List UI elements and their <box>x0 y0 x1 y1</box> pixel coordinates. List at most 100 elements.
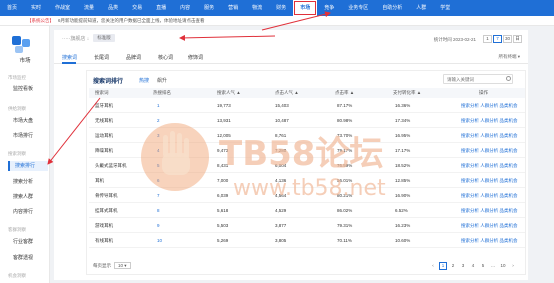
cell-ops[interactable]: 搜索分析 人群分析 品类机会 <box>461 148 518 154</box>
tab-search-word[interactable]: 搜索词 <box>62 54 77 61</box>
top-nav: 首页 实时 作战室 流量 品类 交易 直播 内容 服务 营销 物流 财务 市场 … <box>0 0 554 16</box>
period-7d[interactable]: 7 <box>493 35 502 43</box>
sidebar-item-crowd-perspective[interactable]: 客群透视 <box>8 253 48 263</box>
sidebar-title: 市场 <box>19 58 31 64</box>
page-button[interactable]: 5 <box>479 262 487 270</box>
page-button[interactable]: 2 <box>449 262 457 270</box>
cell-ops[interactable]: 搜索分析 人群分析 品类机会 <box>461 193 518 199</box>
cell-rank: 10 <box>157 238 163 243</box>
page-button[interactable]: 3 <box>459 262 467 270</box>
notice-text[interactable]: 6月新功能提前知道，您关注的用户数据已全面上线，体验地址请点击查看 <box>58 18 205 24</box>
nav-traffic[interactable]: 流量 <box>77 0 101 16</box>
shop-name[interactable]: ·····旗舰店 ↓ <box>62 35 89 42</box>
nav-business-zone[interactable]: 业务专区 <box>341 0 375 16</box>
nav-realtime[interactable]: 实时 <box>24 0 48 16</box>
cell-ctr: 76.59% <box>337 163 353 168</box>
nav-home[interactable]: 首页 <box>0 0 24 16</box>
table-row: 骨传导耳机 7 6,039 4,564 80.21% 16.90% 搜索分析 人群分析 品类… <box>89 189 525 203</box>
sidebar-item-search-rank[interactable]: 搜索排行 <box>8 161 48 171</box>
sidebar-item-search-crowd[interactable]: 搜索人群 <box>8 192 48 202</box>
cell-ops[interactable]: 搜索分析 人群分析 品类机会 <box>461 103 518 109</box>
nav-service[interactable]: 服务 <box>197 0 221 16</box>
cell-rank: 9 <box>157 223 160 228</box>
shop-edition-badge: 标准版 <box>93 34 115 42</box>
cell-ops[interactable]: 搜索分析 人群分析 品类机会 <box>461 178 518 184</box>
sidebar-item-industry-crowd[interactable]: 行业客群 <box>8 237 48 247</box>
period-day[interactable]: 日 <box>513 35 522 43</box>
word-type-tabs: 搜索词 长尾词 品牌词 核心词 修饰词 <box>54 50 528 64</box>
cell-ops[interactable]: 搜索分析 人群分析 品类机会 <box>461 208 518 214</box>
col-search-popularity[interactable]: 搜索人气 ▲ <box>217 90 241 96</box>
sidebar-group-opportunity: 机会洞察 <box>8 273 26 278</box>
col-cvr[interactable]: 支付转化率 ▲ <box>393 90 421 96</box>
cell-search-popularity: 12,005 <box>217 133 231 138</box>
tab-soaring[interactable]: 飙升 <box>157 77 167 84</box>
cell-ops[interactable]: 搜索分析 人群分析 品类机会 <box>461 163 518 169</box>
pagination: ‹ 1 2 3 4 5… 10 › <box>427 262 517 270</box>
cell-ops[interactable]: 搜索分析 人群分析 品类机会 <box>461 223 518 229</box>
tab-modifier-word[interactable]: 修饰词 <box>188 54 203 61</box>
nav-academy[interactable]: 学堂 <box>433 0 457 16</box>
cell-word: 有线耳机 <box>95 238 113 243</box>
col-rank[interactable]: 热搜排名 <box>153 90 171 96</box>
page-button[interactable]: 10 <box>499 262 507 270</box>
prev-page-button[interactable]: ‹ <box>429 262 437 270</box>
page-button[interactable]: … <box>489 262 497 270</box>
cell-word: 耳机 <box>95 178 104 183</box>
cell-cvr: 12.85% <box>395 178 411 183</box>
page-size-select[interactable]: 10 ▾ <box>114 262 131 269</box>
sidebar-item-search-analysis[interactable]: 搜索分析 <box>8 177 48 187</box>
shop-selector[interactable]: ·····旗舰店 ↓ 标准版 <box>62 34 115 42</box>
nav-content[interactable]: 内容 <box>173 0 197 16</box>
col-click-popularity[interactable]: 点击人气 ▲ <box>275 90 299 96</box>
sidebar-item-market-rank[interactable]: 市场排行 <box>8 131 48 141</box>
period-30d[interactable]: 30 <box>503 35 512 43</box>
nav-finance[interactable]: 财务 <box>269 0 293 16</box>
nav-trade[interactable]: 交易 <box>125 0 149 16</box>
cell-cvr: 16.23% <box>395 223 411 228</box>
nav-crowd[interactable]: 人群 <box>409 0 433 16</box>
cell-rank: 8 <box>157 208 160 213</box>
sidebar-item-market-overview[interactable]: 市场大盘 <box>8 116 48 126</box>
keyword-search-input[interactable] <box>443 74 513 84</box>
nav-competition[interactable]: 竞争 <box>317 0 341 16</box>
cell-ops[interactable]: 搜索分析 人群分析 品类机会 <box>461 133 518 139</box>
cell-word: 游戏耳机 <box>95 223 113 228</box>
search-rank-card: 搜索词排行 热搜 飙升 搜索词 热搜排名 搜索人气 ▲ 点击人气 ▲ 点击率 ▲… <box>86 70 526 275</box>
tab-long-tail-word[interactable]: 长尾词 <box>94 54 109 61</box>
nav-war-room[interactable]: 作战室 <box>48 0 77 16</box>
nav-live[interactable]: 直播 <box>149 0 173 16</box>
cell-search-popularity: 19,773 <box>217 103 231 108</box>
cell-ops[interactable]: 搜索分析 人群分析 品类机会 <box>461 118 518 124</box>
page-button[interactable]: 1 <box>439 262 447 270</box>
sidebar-item-monitor-board[interactable]: 监控看板 <box>8 84 48 94</box>
search-icon[interactable] <box>506 76 511 81</box>
cell-word: 头戴式蓝牙耳机 <box>95 163 127 168</box>
cell-click-popularity: 3,805 <box>275 238 287 243</box>
nav-self-analysis[interactable]: 自助分析 <box>375 0 409 16</box>
nav-market[interactable]: 市场 <box>293 0 318 16</box>
nav-logistics[interactable]: 物流 <box>245 0 269 16</box>
cell-cvr: 18.52% <box>395 163 411 168</box>
period-1d[interactable]: 1 <box>483 35 492 43</box>
next-page-button[interactable]: › <box>509 262 517 270</box>
table-row: 头戴式蓝牙耳机 5 8,431 6,004 76.59% 18.52% 搜索分析 人群分析 … <box>89 159 525 173</box>
channel-select[interactable]: 所有终端 ▾ <box>498 54 520 60</box>
col-ctr[interactable]: 点击率 ▲ <box>335 90 354 96</box>
table-row: 蓝牙耳机 1 19,773 15,403 87.17% 16.36% 搜索分析 人群分析 品… <box>89 99 525 113</box>
table-row: 无线耳机 2 13,931 10,487 80.98% 17.34% 搜索分析 人群分析 品… <box>89 114 525 128</box>
tab-hot-search[interactable]: 热搜 <box>139 77 149 84</box>
nav-category[interactable]: 品类 <box>101 0 125 16</box>
cell-search-popularity: 6,039 <box>217 193 229 198</box>
cell-ctr: 86.02% <box>337 208 353 213</box>
cell-rank: 7 <box>157 193 160 198</box>
cell-word: 降噪耳机 <box>95 148 113 153</box>
cell-ops[interactable]: 搜索分析 人群分析 品类机会 <box>461 238 518 244</box>
cell-word: 运动耳机 <box>95 133 113 138</box>
sidebar-item-content-rank[interactable]: 内容排行 <box>8 207 48 217</box>
nav-marketing[interactable]: 营销 <box>221 0 245 16</box>
tab-core-word[interactable]: 核心词 <box>158 54 173 61</box>
page-button[interactable]: 4 <box>469 262 477 270</box>
tab-brand-word[interactable]: 品牌词 <box>126 54 141 61</box>
cell-search-popularity: 8,431 <box>217 163 229 168</box>
